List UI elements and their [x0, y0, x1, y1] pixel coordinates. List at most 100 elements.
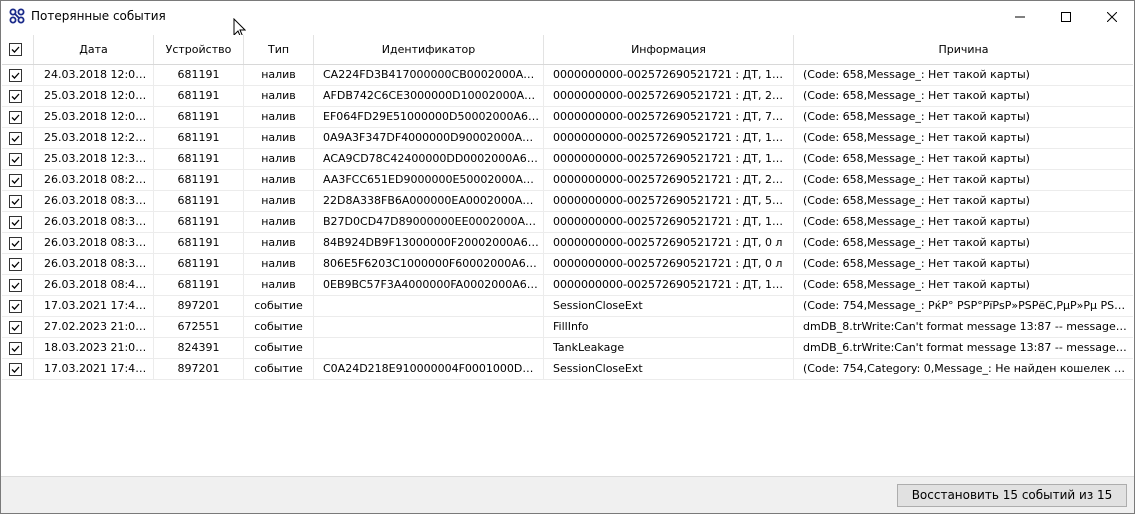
- table-row[interactable]: 26.03.2018 08:36:42 681191 налив B27D0CD47D…: [2, 212, 1133, 233]
- row-checkbox[interactable]: [9, 195, 22, 208]
- cell-info: TankLeakage: [544, 338, 794, 358]
- row-checkbox[interactable]: [9, 153, 22, 166]
- check-icon: [11, 135, 20, 142]
- restore-events-button[interactable]: Восстановить 15 событий из 15: [897, 484, 1127, 507]
- cell-device: 681191: [154, 170, 244, 190]
- cell-select: [2, 275, 34, 295]
- row-checkbox[interactable]: [9, 342, 22, 355]
- cell-device: 672551: [154, 317, 244, 337]
- cell-date: 26.03.2018 08:32:16: [34, 191, 154, 211]
- cell-info: 0000000000-002572690521721 : ДТ, 131.96 …: [544, 212, 794, 232]
- cell-select: [2, 359, 34, 379]
- check-icon: [11, 198, 20, 205]
- cell-select: [2, 65, 34, 85]
- row-checkbox[interactable]: [9, 174, 22, 187]
- table-row[interactable]: 25.03.2018 12:06:28 681191 налив EF064FD29E…: [2, 107, 1133, 128]
- row-checkbox[interactable]: [9, 132, 22, 145]
- row-checkbox[interactable]: [9, 111, 22, 124]
- cell-date: 25.03.2018 12:02:38: [34, 86, 154, 106]
- cell-select: [2, 338, 34, 358]
- table-row[interactable]: 27.02.2023 21:08:46 672551 событие FillInfo…: [2, 317, 1133, 338]
- close-icon: [1107, 11, 1117, 22]
- cell-info: 0000000000-002572690521721 : ДТ, 70 л: [544, 107, 794, 127]
- row-checkbox[interactable]: [9, 363, 22, 376]
- table-row[interactable]: 26.03.2018 08:37:43 681191 налив 84B924DB9F…: [2, 233, 1133, 254]
- header-info[interactable]: Информация: [544, 35, 794, 64]
- row-checkbox[interactable]: [9, 69, 22, 82]
- cell-type: налив: [244, 254, 314, 274]
- cell-date: 26.03.2018 08:40:01: [34, 275, 154, 295]
- cell-identifier: CA224FD3B417000000CB0002000A64E7 ...: [314, 65, 544, 85]
- cell-device: 681191: [154, 149, 244, 169]
- cell-type: налив: [244, 170, 314, 190]
- check-icon: [11, 240, 20, 247]
- cell-type: налив: [244, 65, 314, 85]
- cell-identifier: AA3FCC651ED9000000E50002000A64E7 ...: [314, 170, 544, 190]
- cell-info: 0000000000-002572690521721 : ДТ, 0 л: [544, 254, 794, 274]
- table-row[interactable]: 25.03.2018 12:21:51 681191 налив 0A9A3F347D…: [2, 128, 1133, 149]
- header-type[interactable]: Тип: [244, 35, 314, 64]
- cell-info: 0000000000-002572690521721 : ДТ, 52.54 л: [544, 191, 794, 211]
- cell-reason: (Code: 658,Message_: Нет такой карты): [803, 194, 1030, 207]
- cell-info: 0000000000-002572690521721 : ДТ, 0 л: [544, 233, 794, 253]
- cell-type: налив: [244, 128, 314, 148]
- cell-device: 681191: [154, 254, 244, 274]
- table-row[interactable]: 17.03.2021 17:46:31 897201 событие C0A24D21…: [2, 359, 1133, 380]
- cell-device: 681191: [154, 128, 244, 148]
- cell-reason: (Code: 658,Message_: Нет такой карты): [803, 278, 1030, 291]
- maximize-button[interactable]: [1043, 1, 1089, 32]
- cell-select: [2, 317, 34, 337]
- row-checkbox[interactable]: [9, 258, 22, 271]
- row-checkbox[interactable]: [9, 90, 22, 103]
- check-icon: [11, 303, 20, 310]
- cell-device: 681191: [154, 212, 244, 232]
- cell-type: налив: [244, 149, 314, 169]
- cell-reason: (Code: 658,Message_: Нет такой карты): [803, 173, 1030, 186]
- header-device[interactable]: Устройство: [154, 35, 244, 64]
- table-row[interactable]: 25.03.2018 12:34:16 681191 налив ACA9CD78C4…: [2, 149, 1133, 170]
- select-all-checkbox[interactable]: [9, 43, 22, 56]
- table-row[interactable]: 18.03.2023 21:08:29 824391 событие TankLeak…: [2, 338, 1133, 359]
- table-row[interactable]: 26.03.2018 08:28:54 681191 налив AA3FCC651E…: [2, 170, 1133, 191]
- check-icon: [11, 177, 20, 184]
- table-row[interactable]: 26.03.2018 08:40:01 681191 налив 0EB9BC57F3…: [2, 275, 1133, 296]
- table-row[interactable]: 25.03.2018 12:02:38 681191 налив AFDB742C6C…: [2, 86, 1133, 107]
- cell-info: 0000000000-002572690521721 : ДТ, 29.39 л: [544, 170, 794, 190]
- header-reason[interactable]: Причина: [794, 35, 1133, 64]
- check-icon: [11, 366, 20, 373]
- row-checkbox[interactable]: [9, 237, 22, 250]
- row-checkbox[interactable]: [9, 321, 22, 334]
- header-date[interactable]: Дата: [34, 35, 154, 64]
- cell-identifier: [314, 338, 544, 358]
- title-bar[interactable]: Потерянные события: [1, 1, 1134, 39]
- table-row[interactable]: 17.03.2021 17:46:31 897201 событие SessionC…: [2, 296, 1133, 317]
- table-row[interactable]: 26.03.2018 08:32:16 681191 налив 22D8A338FB…: [2, 191, 1133, 212]
- cell-identifier: 806E5F6203C1000000F60002000A64E7 ...: [314, 254, 544, 274]
- cell-info: SessionCloseExt: [544, 296, 794, 316]
- footer-bar: Восстановить 15 событий из 15: [1, 476, 1134, 513]
- row-checkbox[interactable]: [9, 300, 22, 313]
- table-row[interactable]: 24.03.2018 12:04:03 681191 налив CA224FD3B4…: [2, 65, 1133, 86]
- cell-type: налив: [244, 233, 314, 253]
- cell-device: 681191: [154, 107, 244, 127]
- cell-identifier: 0A9A3F347DF4000000D90002000A64E7 ...: [314, 128, 544, 148]
- cell-date: 26.03.2018 08:37:43: [34, 233, 154, 253]
- minimize-button[interactable]: [997, 1, 1043, 32]
- cell-type: налив: [244, 107, 314, 127]
- cell-identifier: [314, 296, 544, 316]
- header-identifier[interactable]: Идентификатор: [314, 35, 544, 64]
- cell-date: 17.03.2021 17:46:31: [34, 296, 154, 316]
- cell-date: 26.03.2018 08:36:42: [34, 212, 154, 232]
- cell-reason: dmDB_8.trWrite:Can't format message 13:8…: [803, 320, 1133, 333]
- cell-date: 26.03.2018 08:28:54: [34, 170, 154, 190]
- row-checkbox[interactable]: [9, 216, 22, 229]
- cell-select: [2, 233, 34, 253]
- cell-info: 0000000000-002572690521721 : ДТ, 144.44 …: [544, 275, 794, 295]
- cell-reason: (Code: 658,Message_: Нет такой карты): [803, 68, 1030, 81]
- events-grid[interactable]: Дата Устройство Тип Идентификатор Информ…: [2, 35, 1133, 475]
- cell-type: налив: [244, 275, 314, 295]
- table-row[interactable]: 26.03.2018 08:37:57 681191 налив 806E5F6203…: [2, 254, 1133, 275]
- maximize-icon: [1061, 11, 1071, 22]
- close-button[interactable]: [1089, 1, 1134, 32]
- row-checkbox[interactable]: [9, 279, 22, 292]
